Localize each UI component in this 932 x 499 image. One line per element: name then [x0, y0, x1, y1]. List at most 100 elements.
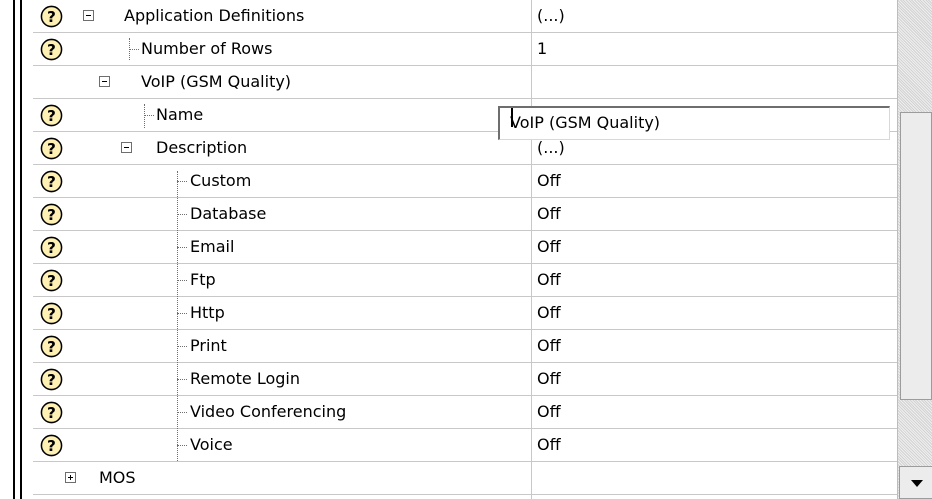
question-mark-circle-icon[interactable]: ? — [40, 104, 63, 127]
name-value-input[interactable]: VoIP (GSM Quality) — [498, 106, 890, 140]
help-cell: ? — [33, 165, 69, 197]
tree-connector — [177, 280, 187, 281]
property-value-cell[interactable]: Off — [532, 165, 897, 197]
property-row[interactable]: ? Remote Login Off — [33, 363, 897, 396]
expand-icon[interactable] — [65, 472, 76, 483]
property-name-cell[interactable]: Email — [69, 231, 531, 263]
property-value-cell[interactable] — [532, 66, 897, 98]
help-cell: ? — [33, 132, 69, 164]
tree-connector — [177, 313, 187, 314]
svg-text:?: ? — [47, 139, 56, 157]
property-name: Voice — [190, 435, 233, 454]
question-mark-circle-icon[interactable]: ? — [40, 203, 63, 226]
property-name: Email — [190, 237, 235, 256]
property-name-cell[interactable]: Name — [69, 99, 531, 131]
property-value-cell[interactable]: Off — [532, 264, 897, 296]
property-name-cell[interactable]: Print — [69, 330, 531, 362]
property-name-cell[interactable]: Custom — [69, 165, 531, 197]
property-name-cell[interactable]: Ftp — [69, 264, 531, 296]
vertical-scrollbar[interactable] — [897, 0, 932, 499]
question-mark-circle-icon[interactable]: ? — [40, 368, 63, 391]
svg-text:?: ? — [47, 337, 56, 355]
tree-connector — [177, 412, 187, 413]
svg-text:?: ? — [47, 172, 56, 190]
property-name-cell[interactable]: Http — [69, 297, 531, 329]
svg-text:?: ? — [47, 238, 56, 256]
tree-connector — [144, 104, 145, 128]
property-value: Off — [537, 336, 561, 355]
property-row[interactable]: ? Custom Off — [33, 165, 897, 198]
property-value-cell[interactable]: Off — [532, 231, 897, 263]
name-value-text: VoIP (GSM Quality) — [510, 113, 661, 132]
property-row[interactable]: ? Ftp Off — [33, 264, 897, 297]
scrollbar-thumb[interactable] — [900, 112, 932, 400]
property-value-cell[interactable] — [532, 462, 897, 494]
property-row[interactable]: ? Application Definitions (...) — [33, 0, 897, 33]
help-cell: ? — [33, 0, 69, 32]
property-value-cell[interactable]: Off — [532, 297, 897, 329]
tree-connector — [177, 445, 187, 446]
help-cell: ? — [33, 198, 69, 230]
question-mark-circle-icon[interactable]: ? — [40, 335, 63, 358]
property-value-cell[interactable]: Off — [532, 330, 897, 362]
question-mark-circle-icon[interactable]: ? — [40, 5, 63, 28]
help-cell: ? — [33, 429, 69, 461]
property-name-cell[interactable]: MOS — [65, 462, 531, 494]
property-name-cell[interactable]: Description — [69, 132, 531, 164]
property-value: (...) — [537, 6, 565, 25]
tree-connector — [177, 247, 187, 248]
property-name: Video Conferencing — [190, 402, 347, 421]
property-row[interactable]: VoIP (GSM Quality) — [33, 66, 897, 99]
window-border — [20, 0, 22, 499]
tree-connector — [177, 379, 187, 380]
property-row[interactable]: ? Http Off — [33, 297, 897, 330]
property-value-cell[interactable]: Off — [532, 198, 897, 230]
question-mark-circle-icon[interactable]: ? — [40, 401, 63, 424]
collapse-icon[interactable] — [121, 142, 132, 153]
property-name-cell[interactable]: Remote Login — [69, 363, 531, 395]
property-name-cell[interactable]: VoIP (GSM Quality) — [69, 66, 531, 98]
property-value: 1 — [537, 39, 548, 58]
scroll-down-button[interactable] — [899, 466, 932, 499]
property-row[interactable]: MOS — [33, 462, 897, 495]
property-value-cell[interactable]: Off — [532, 363, 897, 395]
collapse-icon[interactable] — [99, 76, 110, 87]
question-mark-circle-icon[interactable]: ? — [40, 302, 63, 325]
property-value-cell[interactable]: Off — [532, 396, 897, 428]
property-row[interactable]: ? Email Off — [33, 231, 897, 264]
collapse-icon[interactable] — [83, 10, 94, 21]
property-name: Custom — [190, 171, 252, 190]
property-value-cell[interactable]: 1 — [532, 33, 897, 65]
property-value-cell[interactable]: Off — [532, 429, 897, 461]
tree-connector — [177, 214, 187, 215]
property-row[interactable]: ? Video Conferencing Off — [33, 396, 897, 429]
property-name: Number of Rows — [141, 39, 273, 58]
property-row[interactable]: ? Voice Off — [33, 429, 897, 462]
property-row[interactable]: ? Print Off — [33, 330, 897, 363]
property-name: Http — [190, 303, 225, 322]
property-value-cell[interactable]: (...) — [532, 0, 897, 32]
property-name-cell[interactable]: Application Definitions — [69, 0, 531, 32]
question-mark-circle-icon[interactable]: ? — [40, 434, 63, 457]
property-name-cell[interactable]: Voice — [69, 429, 531, 461]
property-grid: ? Application Definitions (...)? Number of … — [33, 0, 897, 499]
property-name-cell[interactable]: Video Conferencing — [69, 396, 531, 428]
question-mark-circle-icon[interactable]: ? — [40, 236, 63, 259]
question-mark-circle-icon[interactable]: ? — [40, 170, 63, 193]
property-row[interactable]: ? Number of Rows 1 — [33, 33, 897, 66]
question-mark-circle-icon[interactable]: ? — [40, 269, 63, 292]
property-name-cell[interactable]: Database — [69, 198, 531, 230]
help-cell: ? — [33, 231, 69, 263]
tree-connector — [129, 38, 130, 60]
property-row[interactable]: ? Database Off — [33, 198, 897, 231]
tree-connector — [177, 171, 178, 461]
property-name: Print — [190, 336, 227, 355]
window-border — [13, 0, 15, 499]
property-name-cell[interactable]: Number of Rows — [69, 33, 531, 65]
svg-text:?: ? — [47, 304, 56, 322]
property-value: Off — [537, 204, 561, 223]
svg-text:?: ? — [47, 370, 56, 388]
question-mark-circle-icon[interactable]: ? — [40, 137, 63, 160]
question-mark-circle-icon[interactable]: ? — [40, 38, 63, 61]
help-cell — [33, 462, 69, 494]
